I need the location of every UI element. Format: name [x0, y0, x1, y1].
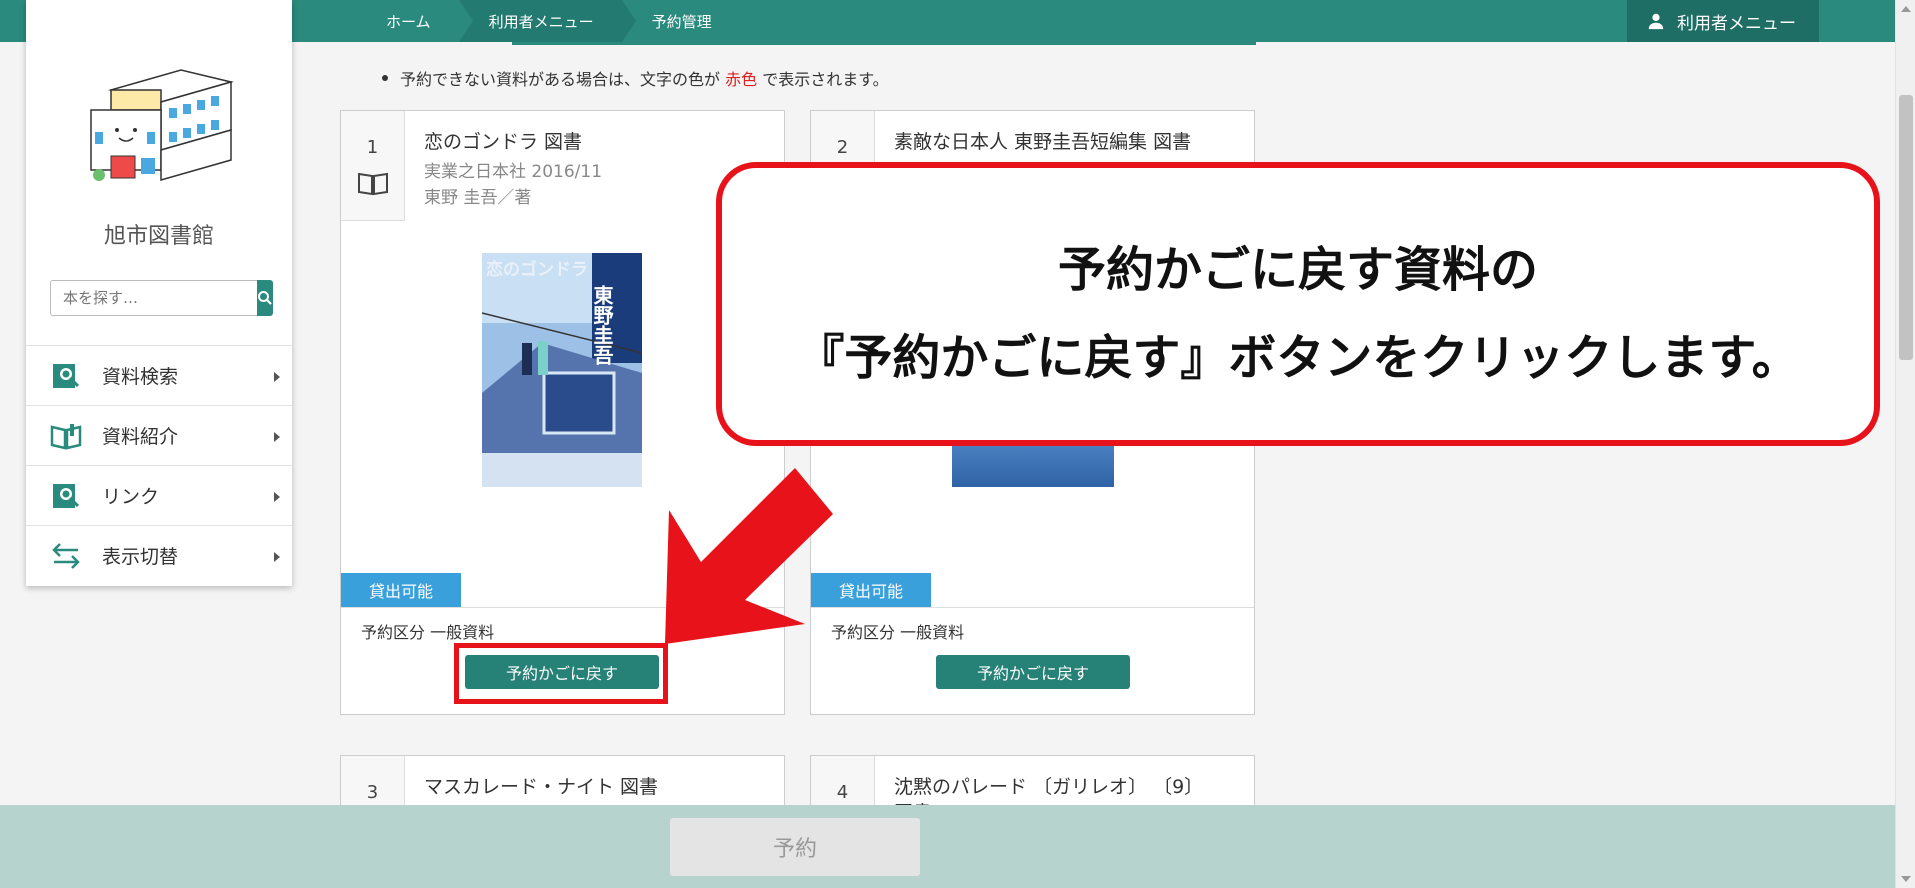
instruction-callout: 予約かごに戻す資料の 『予約かごに戻す』ボタンをクリックします。	[716, 162, 1880, 446]
book-search-icon	[53, 483, 80, 508]
user-icon	[1648, 13, 1664, 30]
item-publisher: 実業之日本社 2016/11	[424, 162, 603, 182]
item-title[interactable]: マスカレード・ナイト 図書	[424, 772, 658, 799]
footer-bar	[0, 805, 1895, 888]
red-arrow-annotation	[665, 468, 833, 644]
reservation-notice: 予約できない資料がある場合は、文字の色が 赤色 で表示されます。	[382, 66, 889, 90]
chevron-right-icon	[274, 432, 280, 442]
scroll-up-icon[interactable]	[1901, 6, 1911, 12]
search-input[interactable]	[50, 280, 257, 316]
divider	[811, 607, 1254, 608]
book-cover-image: 恋のゴンドラ 東野圭吾	[482, 253, 642, 487]
breadcrumb-current: 予約管理	[651, 12, 712, 31]
callout-line-1: 予約かごに戻す資料の	[1057, 242, 1538, 298]
reservation-category: 予約区分 一般資料	[361, 623, 495, 642]
search-button[interactable]	[257, 280, 273, 316]
return-to-cart-button[interactable]: 予約かごに戻す	[936, 655, 1130, 689]
sidebar-item-search[interactable]: 資料検索	[26, 345, 292, 405]
book-search-icon	[53, 363, 80, 388]
scroll-down-icon[interactable]	[1901, 876, 1911, 882]
swap-icon	[52, 542, 80, 569]
scrollbar[interactable]	[1895, 0, 1915, 888]
breadcrumb-user-menu[interactable]: 利用者メニュー	[458, 0, 636, 42]
sidebar-item-link[interactable]: リンク	[26, 465, 292, 525]
availability-badge: 貸出可能	[341, 573, 461, 607]
breadcrumb-home[interactable]: ホーム	[290, 0, 473, 42]
search-box	[50, 280, 273, 316]
search-icon	[258, 291, 272, 305]
reserve-button[interactable]: 予約	[670, 818, 920, 876]
sidebar-nav: 資料検索 資料紹介 リンク 表示切替	[26, 345, 292, 585]
header-underline	[512, 42, 1256, 45]
item-number-cell: 1	[341, 111, 405, 221]
item-author: 東野 圭吾／著	[424, 188, 532, 208]
library-name: 旭市図書館	[103, 224, 214, 249]
book-icon	[357, 172, 388, 196]
open-book-icon	[50, 423, 82, 450]
user-menu-button[interactable]: 利用者メニュー	[1627, 0, 1819, 42]
scrollbar-thumb[interactable]	[1899, 95, 1913, 360]
highlight-box	[454, 643, 668, 704]
item-title[interactable]: 恋のゴンドラ 図書	[424, 127, 582, 154]
sidebar-item-display-toggle[interactable]: 表示切替	[26, 525, 292, 585]
bullet	[382, 75, 388, 81]
svg-text:恋のゴンドラ: 恋のゴンドラ	[486, 259, 588, 280]
breadcrumb: ホーム 利用者メニュー 予約管理	[290, 0, 740, 42]
chevron-right-icon	[274, 552, 280, 562]
item-title[interactable]: 沈黙のパレード 〔ガリレオ〕 〔9〕	[894, 772, 1203, 799]
chevron-right-icon	[274, 372, 280, 382]
sidebar-item-introduction[interactable]: 資料紹介	[26, 405, 292, 465]
item-title[interactable]: 素敵な日本人 東野圭吾短編集 図書	[894, 127, 1191, 154]
chevron-right-icon	[274, 492, 280, 502]
library-logo	[90, 69, 234, 181]
cover-author: 東野圭吾	[590, 285, 614, 366]
callout-line-2: 『予約かごに戻す』ボタンをクリックします。	[796, 330, 1800, 386]
sidebar: 旭市図書館 資料検索 資料紹介 リンク 表示切替	[26, 0, 292, 586]
reservation-category: 予約区分 一般資料	[831, 623, 965, 642]
